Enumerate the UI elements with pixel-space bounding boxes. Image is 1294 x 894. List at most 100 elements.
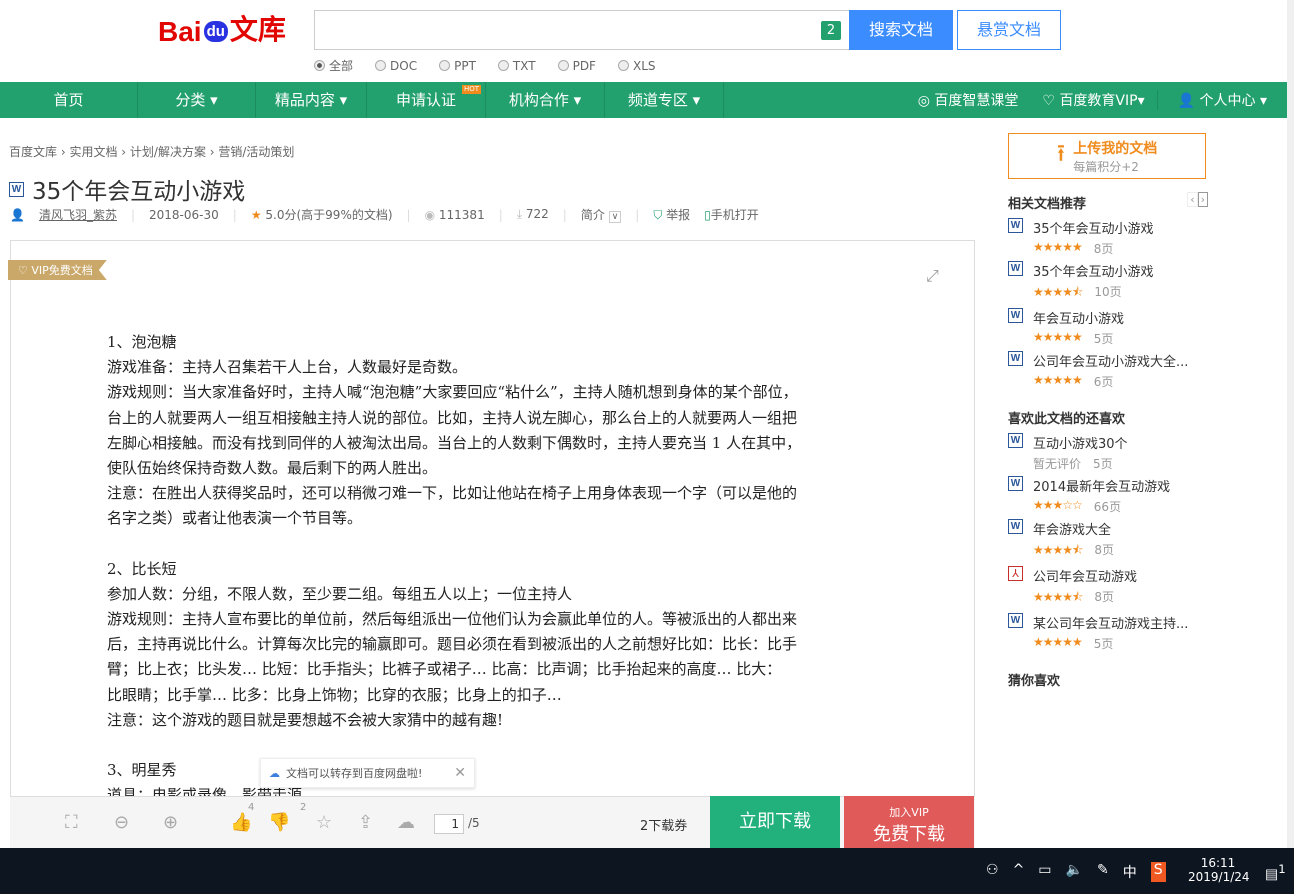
download-count: 722 bbox=[526, 207, 549, 221]
doc-link[interactable]: 公司年会互动游戏 bbox=[1033, 566, 1137, 585]
doc-list-item[interactable]: ⅄公司年会互动游戏★★★★⯪8页 bbox=[1008, 566, 1208, 609]
vip-free-download-button[interactable]: 加入VIP免费下载 bbox=[844, 796, 974, 848]
doc-list-item[interactable]: W2014最新年会互动游戏★★★☆☆66页 bbox=[1008, 476, 1208, 515]
report-link[interactable]: ⛉ 举报 bbox=[653, 206, 690, 223]
doc-link[interactable]: 公司年会互动小游戏大全... bbox=[1033, 351, 1188, 370]
baidu-wenku-logo[interactable]: Baidu文库 bbox=[158, 4, 298, 48]
word-doc-icon: W bbox=[1008, 433, 1023, 448]
breadcrumb: 百度文库 › 实用文档 › 计划/解决方案 › 营销/活动策划 bbox=[9, 143, 294, 160]
related-heading: 相关文档推荐 bbox=[1008, 193, 1086, 212]
prev-icon[interactable]: ‹ bbox=[1187, 192, 1197, 207]
doc-list-item[interactable]: W年会互动小游戏★★★★★5页 bbox=[1008, 308, 1208, 347]
next-icon[interactable]: › bbox=[1198, 192, 1208, 207]
file-type-radio[interactable]: XLS bbox=[618, 57, 656, 74]
file-type-label: TXT bbox=[513, 59, 536, 73]
doc-link[interactable]: 35个年会互动小游戏 bbox=[1033, 218, 1154, 237]
rating-stars: ★★★★⯪ bbox=[1033, 283, 1082, 304]
doc-link[interactable]: 35个年会互动小游戏 bbox=[1033, 261, 1154, 280]
nav-label: 分类 ▾ bbox=[175, 91, 217, 109]
doc-link[interactable]: 某公司年会互动游戏主持... bbox=[1033, 613, 1188, 632]
people-icon[interactable]: ⚇ bbox=[986, 862, 999, 882]
radio-icon bbox=[314, 60, 325, 71]
thumbs-down-icon[interactable]: 👎 bbox=[268, 812, 290, 833]
doc-date: 2018-06-30 bbox=[149, 208, 219, 222]
doc-list-item[interactable]: W35个年会互动小游戏★★★★⯪10页 bbox=[1008, 261, 1208, 304]
notification-icon[interactable]: ▤1 bbox=[1265, 862, 1286, 883]
share-icon[interactable]: ⇪ bbox=[358, 812, 373, 833]
page-title: W35个年会互动小游戏 bbox=[9, 172, 245, 206]
author-link[interactable]: 清风飞羽_紫苏 bbox=[39, 206, 117, 223]
sogou-icon[interactable]: S bbox=[1151, 862, 1166, 882]
doc-list-item[interactable]: W35个年会互动小游戏★★★★★8页 bbox=[1008, 218, 1208, 257]
doc-line: 1、泡泡糖 bbox=[107, 330, 887, 355]
file-type-radio[interactable]: TXT bbox=[498, 57, 536, 74]
doc-list-item[interactable]: W互动小游戏30个暂无评价5页 bbox=[1008, 433, 1208, 472]
close-icon[interactable]: ✕ bbox=[454, 765, 466, 781]
radio-icon bbox=[375, 60, 386, 71]
file-type-radio[interactable]: PDF bbox=[558, 57, 596, 74]
nav-label: 首页 bbox=[53, 91, 83, 109]
star-favorite-icon[interactable]: ☆ bbox=[316, 812, 332, 833]
nav-home[interactable]: 首页 bbox=[0, 82, 138, 118]
doc-link[interactable]: 互动小游戏30个 bbox=[1033, 433, 1128, 452]
chevron-up-icon[interactable]: ^ bbox=[1013, 862, 1025, 882]
pen-icon[interactable]: ✎ bbox=[1097, 862, 1109, 882]
volume-icon[interactable]: 🔈 bbox=[1066, 862, 1083, 882]
no-rating: 暂无评价 bbox=[1033, 455, 1081, 472]
search-docs-button[interactable]: 搜索文档 bbox=[849, 10, 953, 50]
doc-link[interactable]: 年会游戏大全 bbox=[1033, 519, 1114, 538]
fullscreen-icon[interactable]: ⛶ bbox=[65, 812, 78, 833]
breadcrumb-item[interactable]: 营销/活动策划 bbox=[218, 145, 294, 159]
doc-line: 游戏规则：主持人宣布要比的单位前，然后每组派出一位他们认为会赢此单位的人。等被派… bbox=[107, 607, 887, 632]
download-now-button[interactable]: 立即下载 bbox=[710, 796, 840, 848]
upload-doc-button[interactable]: ⭱上传我的文档每篇积分+2 bbox=[1008, 133, 1206, 179]
nav-channels[interactable]: 频道专区 ▾ bbox=[605, 82, 724, 118]
file-type-label: XLS bbox=[633, 59, 656, 73]
breadcrumb-item[interactable]: 计划/解决方案 bbox=[130, 145, 206, 159]
search-box[interactable] bbox=[314, 10, 850, 50]
file-type-radio[interactable]: 全部 bbox=[314, 57, 353, 74]
breadcrumb-item[interactable]: 百度文库 bbox=[9, 145, 57, 159]
thumbs-up-icon[interactable]: 👍 bbox=[230, 812, 252, 833]
cloud-save-icon[interactable]: ☁ bbox=[397, 812, 415, 833]
nav-edu-vip[interactable]: ♡ 百度教育VIP▾ bbox=[1030, 90, 1156, 110]
zoom-in-icon[interactable]: ⊕ bbox=[163, 812, 178, 833]
nav-category[interactable]: 分类 ▾ bbox=[138, 82, 256, 118]
page-count: 66页 bbox=[1094, 498, 1121, 515]
page-count: 8页 bbox=[1094, 541, 1114, 562]
logo-suffix: 文库 bbox=[230, 8, 286, 48]
doc-link[interactable]: 年会互动小游戏 bbox=[1033, 308, 1124, 327]
page-total: /5 bbox=[468, 816, 480, 830]
nav-label: 百度教育VIP▾ bbox=[1059, 93, 1144, 109]
fullscreen-icon[interactable]: ⤢ bbox=[926, 266, 939, 286]
word-doc-icon: W bbox=[1008, 261, 1023, 276]
intro-toggle[interactable]: 简介 ∨ bbox=[581, 206, 621, 223]
search-input[interactable] bbox=[315, 11, 850, 49]
doc-line: 使队伍始终保持奇数人数。最后剩下的两人胜出。 bbox=[107, 456, 887, 481]
scrollbar[interactable] bbox=[1287, 0, 1294, 848]
file-type-radio[interactable]: DOC bbox=[375, 57, 417, 74]
network-icon[interactable]: ▭ bbox=[1038, 862, 1051, 882]
word-doc-icon: W bbox=[1008, 613, 1023, 628]
clock[interactable]: 16:112019/1/24 bbox=[1188, 856, 1248, 884]
mobile-open-link[interactable]: ▯手机打开 bbox=[704, 206, 759, 223]
breadcrumb-item[interactable]: 实用文档 bbox=[69, 145, 117, 159]
reward-docs-button[interactable]: 悬赏文档 bbox=[957, 10, 1061, 50]
nav-personal-center[interactable]: 👤 个人中心 ▾ bbox=[1157, 90, 1287, 110]
doc-line: 2、比长短 bbox=[107, 557, 887, 582]
ime-indicator[interactable]: 中 bbox=[1123, 862, 1137, 882]
doc-link[interactable]: 2014最新年会互动游戏 bbox=[1033, 476, 1170, 495]
zoom-out-icon[interactable]: ⊖ bbox=[114, 812, 129, 833]
clock-date: 2019/1/24 bbox=[1188, 870, 1248, 884]
file-type-radio[interactable]: PPT bbox=[439, 57, 476, 74]
upload-subtitle: 每篇积分+2 bbox=[1073, 158, 1157, 175]
doc-list-item[interactable]: W年会游戏大全★★★★⯪8页 bbox=[1008, 519, 1208, 562]
doc-list-item[interactable]: W公司年会互动小游戏大全...★★★★★6页 bbox=[1008, 351, 1208, 390]
nav-premium[interactable]: 精品内容 ▾ bbox=[256, 82, 367, 118]
nav-certify[interactable]: 申请认证HOT bbox=[367, 82, 486, 118]
doc-list-item[interactable]: W某公司年会互动游戏主持...★★★★★5页 bbox=[1008, 613, 1208, 652]
nav-cooperation[interactable]: 机构合作 ▾ bbox=[486, 82, 605, 118]
doc-line: 游戏规则：当大家准备好时，主持人喊“泡泡糖”大家要回应“粘什么”，主持人随机想到… bbox=[107, 380, 887, 405]
nav-smart-class[interactable]: ◎ 百度智慧课堂 bbox=[906, 90, 1031, 110]
page-input[interactable]: 1 bbox=[434, 814, 464, 834]
